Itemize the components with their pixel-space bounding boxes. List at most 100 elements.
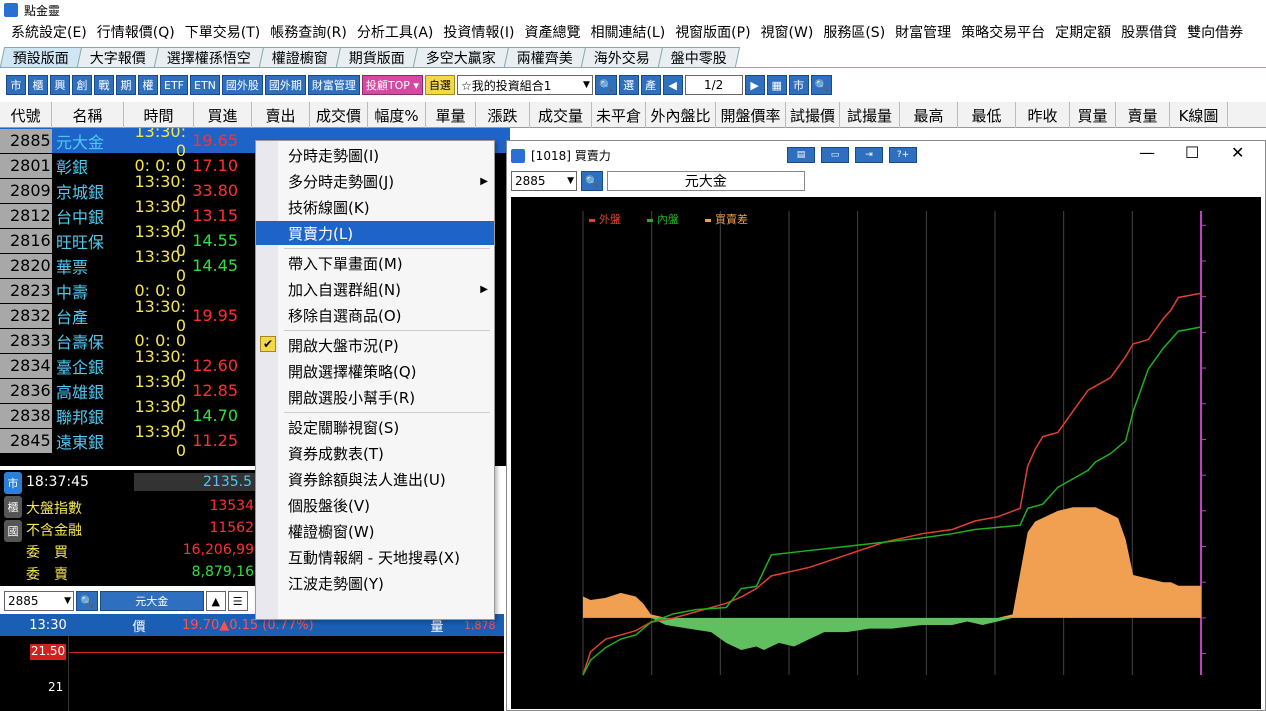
context-menu-item-7[interactable]: 開啟大盤市況(P) ✔ — [256, 333, 494, 357]
tab-5[interactable]: 多空大贏家 — [412, 47, 510, 67]
column-header-17[interactable]: 昨收 — [1016, 102, 1070, 128]
context-menu-item-14[interactable]: 權證櫥窗(W) — [256, 519, 494, 543]
context-menu-item-12[interactable]: 資券餘額與法人進出(U) — [256, 467, 494, 491]
context-menu-item-16[interactable]: 江波走勢圖(Y) — [256, 571, 494, 595]
context-menu-item-15[interactable]: 互動情報網 - 天地搜尋(X) — [256, 545, 494, 569]
column-header-20[interactable]: K線圖 — [1170, 102, 1228, 128]
toolbar-market-button-0[interactable]: 市 — [788, 75, 809, 95]
column-header-7[interactable]: 單量 — [426, 102, 476, 128]
column-header-18[interactable]: 買量 — [1070, 102, 1116, 128]
toolbar-button-0[interactable]: 市 — [6, 75, 26, 95]
mini-code-select[interactable]: 2885 — [4, 591, 74, 611]
index-side-tab-0[interactable]: 市 — [4, 472, 22, 494]
column-header-10[interactable]: 未平倉 — [592, 102, 646, 128]
maximize-icon[interactable]: ☐ — [1185, 143, 1199, 162]
zoom-icon[interactable]: 🔍 — [810, 75, 833, 95]
menu-item-0[interactable]: 系統設定(E) — [6, 22, 92, 42]
column-header-9[interactable]: 成交量 — [530, 102, 592, 128]
toolbar-button-4[interactable]: 戰 — [94, 75, 114, 95]
advisor-top-button[interactable]: 投顧TOP ▾ — [361, 75, 423, 95]
toolbar-button-10[interactable]: 國外期 — [264, 75, 306, 95]
menu-item-8[interactable]: 視窗版面(P) — [670, 22, 755, 42]
toolbar-button-2[interactable]: 興 — [50, 75, 70, 95]
toolbar-filter-button-0[interactable]: 選 — [618, 75, 639, 95]
prev-page-icon[interactable]: ◀ — [662, 75, 683, 95]
column-header-12[interactable]: 開盤價率 — [716, 102, 786, 128]
toolbar-button-1[interactable]: 櫃 — [28, 75, 48, 95]
watchlist-button[interactable]: 自選 — [424, 75, 455, 95]
column-header-15[interactable]: 最高 — [900, 102, 958, 128]
column-header-19[interactable]: 賣量 — [1116, 102, 1170, 128]
menu-item-2[interactable]: 下單交易(T) — [180, 22, 265, 42]
column-header-2[interactable]: 時間 — [124, 102, 194, 128]
zoom-plus-icon[interactable]: ?+ — [889, 147, 917, 163]
list-icon[interactable]: ☰ — [227, 591, 248, 611]
column-header-0[interactable]: 代號 — [0, 102, 52, 128]
column-header-13[interactable]: 試撮價 — [786, 102, 840, 128]
context-menu-item-9[interactable]: 開啟選股小幫手(R) — [256, 385, 494, 409]
mini-scroll-up-button[interactable]: ▲ — [205, 591, 226, 611]
menu-item-4[interactable]: 分析工具(A) — [352, 22, 439, 42]
context-menu-item-4[interactable]: 帶入下單畫面(M) — [256, 251, 494, 275]
menu-item-7[interactable]: 相關連結(L) — [585, 22, 670, 42]
toolbar-button-6[interactable]: 權 — [138, 75, 158, 95]
context-menu-item-11[interactable]: 資券成數表(T) — [256, 441, 494, 465]
expand-icon[interactable]: ⇥ — [855, 147, 883, 163]
menu-item-15[interactable]: 雙向借券 — [1182, 22, 1248, 42]
tab-7[interactable]: 海外交易 — [580, 47, 664, 67]
column-header-3[interactable]: 買進 — [194, 102, 252, 128]
toolbar-button-11[interactable]: 財富管理 — [307, 75, 360, 95]
column-header-5[interactable]: 成交價 — [310, 102, 368, 128]
tab-3[interactable]: 權證櫥窗 — [258, 47, 342, 67]
toolbar-button-5[interactable]: 期 — [116, 75, 136, 95]
mini-search-button[interactable]: 🔍 — [76, 591, 98, 611]
menu-item-12[interactable]: 策略交易平台 — [956, 22, 1050, 42]
context-menu-item-2[interactable]: 技術線圖(K) — [256, 195, 494, 219]
column-header-11[interactable]: 外內盤比 — [646, 102, 716, 128]
context-menu-item-6[interactable]: 移除自選商品(O) — [256, 303, 494, 327]
chart-search-icon[interactable]: 🔍 — [581, 171, 603, 191]
index-side-tab-1[interactable]: 櫃 — [4, 496, 22, 518]
menu-item-14[interactable]: 股票借貸 — [1116, 22, 1182, 42]
menu-item-6[interactable]: 資產總覽 — [519, 22, 585, 42]
context-menu-item-8[interactable]: 開啟選擇權策略(Q) — [256, 359, 494, 383]
menu-item-13[interactable]: 定期定額 — [1050, 22, 1116, 42]
column-header-14[interactable]: 試撮量 — [840, 102, 900, 128]
context-menu-item-13[interactable]: 個股盤後(V) — [256, 493, 494, 517]
toolbar-filter-button-1[interactable]: 產 — [640, 75, 661, 95]
tab-2[interactable]: 選擇權孫悟空 — [153, 47, 265, 67]
menu-item-5[interactable]: 投資情報(I) — [438, 22, 519, 42]
context-menu-item-1[interactable]: 多分時走勢圖(J) ▶ — [256, 169, 494, 193]
context-menu-item-3[interactable]: 買賣力(L) — [256, 221, 494, 245]
next-page-icon[interactable]: ▶ — [744, 75, 765, 95]
tab-8[interactable]: 盤中零股 — [657, 47, 741, 67]
portfolio-select[interactable]: ☆我的投資組合1 — [456, 75, 593, 95]
menu-item-9[interactable]: 視窗(W) — [756, 22, 819, 42]
column-header-6[interactable]: 幅度% — [368, 102, 426, 128]
grid-view-icon[interactable]: ▦ — [766, 75, 787, 95]
toolbar-button-7[interactable]: ETF — [160, 75, 188, 95]
window-mode-icon[interactable]: ▭ — [821, 147, 849, 163]
context-menu-item-0[interactable]: 分時走勢圖(I) — [256, 143, 494, 167]
close-icon[interactable]: ✕ — [1231, 143, 1244, 162]
menu-item-10[interactable]: 服務區(S) — [818, 22, 890, 42]
menu-item-11[interactable]: 財富管理 — [890, 22, 956, 42]
column-header-1[interactable]: 名稱 — [52, 102, 124, 128]
context-menu-item-10[interactable]: 設定關聯視窗(S) — [256, 415, 494, 439]
search-icon[interactable]: 🔍 — [594, 75, 617, 95]
toolbar-button-3[interactable]: 創 — [72, 75, 92, 95]
minimize-icon[interactable]: — — [1139, 143, 1155, 162]
toolbar-button-9[interactable]: 國外股 — [221, 75, 263, 95]
index-side-tab-2[interactable]: 國 — [4, 520, 22, 542]
column-header-8[interactable]: 漲跌 — [476, 102, 530, 128]
menu-item-1[interactable]: 行情報價(Q) — [92, 22, 180, 42]
toolbar-button-8[interactable]: ETN — [190, 75, 220, 95]
tab-4[interactable]: 期貨版面 — [335, 47, 419, 67]
tab-1[interactable]: 大字報價 — [76, 47, 160, 67]
tab-6[interactable]: 兩權齊美 — [503, 47, 587, 67]
column-header-16[interactable]: 最低 — [958, 102, 1016, 128]
layout-toggle-icon[interactable]: ▤ — [787, 147, 815, 163]
column-header-4[interactable]: 賣出 — [252, 102, 310, 128]
tab-0[interactable]: 預設版面 — [0, 47, 83, 67]
chart-code-select[interactable]: 2885 — [511, 171, 577, 191]
